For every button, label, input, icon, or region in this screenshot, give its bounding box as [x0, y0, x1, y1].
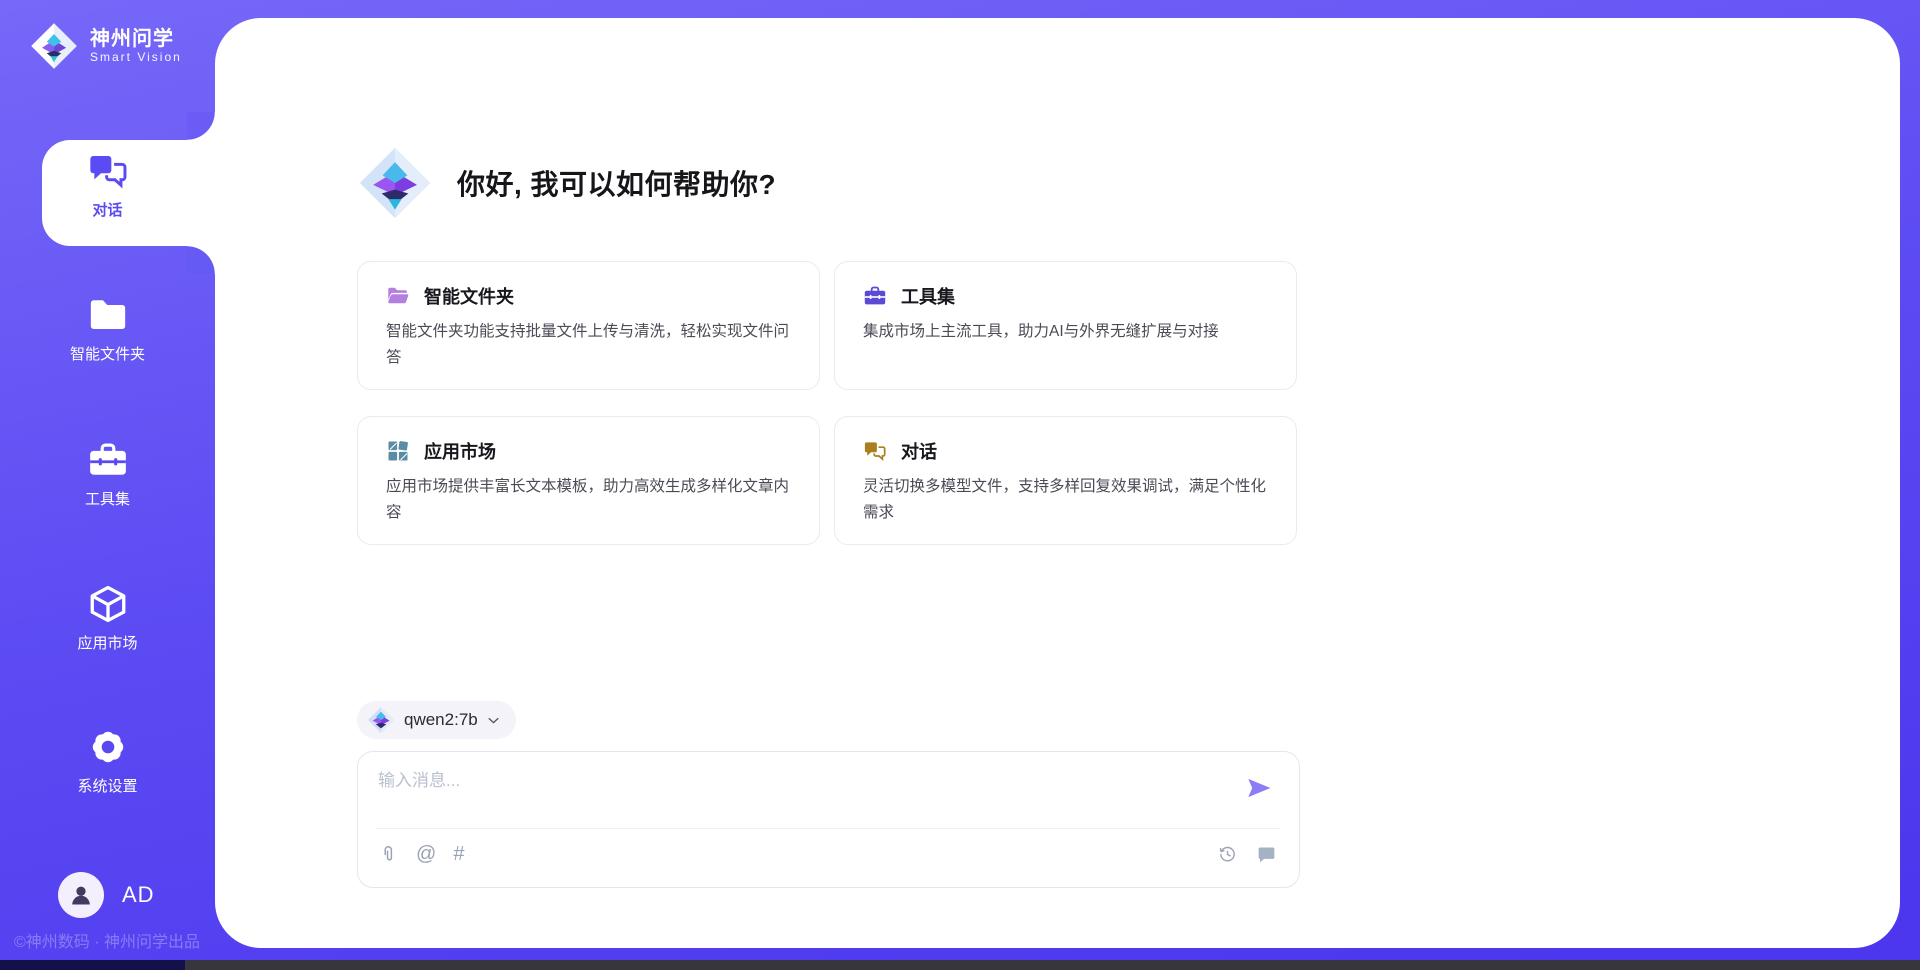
tab-fillet-bottom [187, 246, 215, 274]
card-title: 智能文件夹 [424, 283, 514, 309]
composer-divider [376, 828, 1281, 829]
greeting: 你好, 我可以如何帮助你? [357, 145, 776, 221]
gear-icon [87, 726, 129, 768]
send-icon[interactable] [1245, 774, 1273, 802]
brand-logo: 神州问学 Smart Vision [30, 22, 182, 70]
sidebar: 神州问学 Smart Vision 对话 智能文件夹 [0, 0, 215, 960]
hashtag-icon[interactable]: # [453, 844, 464, 865]
toolbox-icon [87, 439, 129, 481]
username: AD [122, 882, 155, 908]
card-toolset[interactable]: 工具集 集成市场上主流工具，助力AI与外界无缝扩展与对接 [834, 261, 1297, 390]
folder-open-icon [386, 284, 410, 308]
mention-icon[interactable]: @ [416, 844, 436, 865]
model-logo-icon [367, 706, 395, 734]
sidebar-item-smart-folder[interactable]: 智能文件夹 [0, 294, 215, 364]
chat-icon [863, 439, 887, 463]
bottom-bar-left [0, 960, 185, 970]
card-description: 集成市场上主流工具，助力AI与外界无缝扩展与对接 [863, 319, 1272, 345]
cube-icon [87, 583, 129, 625]
message-input[interactable] [376, 764, 1220, 824]
greeting-title: 你好, 我可以如何帮助你? [457, 163, 776, 203]
card-description: 智能文件夹功能支持批量文件上传与清洗，轻松实现文件问答 [386, 319, 795, 371]
message-composer: @ # [357, 751, 1300, 888]
sidebar-item-label: 应用市场 [77, 632, 137, 653]
sidebar-item-app-market[interactable]: 应用市场 [0, 583, 215, 653]
history-icon[interactable] [1217, 844, 1238, 865]
card-chat[interactable]: 对话 灵活切换多模型文件，支持多样回复效果调试，满足个性化需求 [834, 416, 1297, 545]
feature-cards: 智能文件夹 智能文件夹功能支持批量文件上传与清洗，轻松实现文件问答 工具集 集成… [357, 261, 1297, 545]
chevron-down-icon [487, 714, 500, 727]
folder-icon [87, 294, 129, 336]
sidebar-item-label: 系统设置 [77, 775, 137, 796]
attachment-icon[interactable] [378, 844, 399, 865]
sidebar-item-settings[interactable]: 系统设置 [0, 726, 215, 796]
bottom-bar [0, 960, 1920, 970]
brand-title: 神州问学 [90, 28, 182, 51]
greeting-logo-icon [357, 145, 433, 221]
card-title: 应用市场 [424, 438, 496, 464]
diamond-logo-icon [30, 22, 78, 70]
copyright-text: ©神州数码 · 神州问学出品 [14, 928, 200, 952]
sidebar-item-label: 对话 [92, 199, 122, 220]
tab-fillet-top [187, 112, 215, 140]
model-name: qwen2:7b [404, 710, 478, 730]
chat-bubble-icon[interactable] [1256, 844, 1277, 865]
sidebar-item-label: 智能文件夹 [70, 343, 145, 364]
sidebar-item-toolset[interactable]: 工具集 [0, 439, 215, 509]
app-window: 神州问学 Smart Vision 对话 智能文件夹 [0, 0, 1920, 970]
card-title: 对话 [901, 438, 937, 464]
model-selector[interactable]: qwen2:7b [357, 701, 516, 739]
card-title: 工具集 [901, 283, 955, 309]
card-smart-folder[interactable]: 智能文件夹 智能文件夹功能支持批量文件上传与清洗，轻松实现文件问答 [357, 261, 820, 390]
brand-subtitle: Smart Vision [90, 51, 182, 65]
card-description: 灵活切换多模型文件，支持多样回复效果调试，满足个性化需求 [863, 474, 1272, 526]
app-grid-icon [386, 439, 410, 463]
sidebar-item-chat[interactable]: 对话 [0, 150, 215, 220]
user-profile[interactable]: AD [58, 872, 155, 918]
avatar [58, 872, 104, 918]
card-description: 应用市场提供丰富长文本模板，助力高效生成多样化文章内容 [386, 474, 795, 526]
toolbox-icon [863, 284, 887, 308]
card-app-market[interactable]: 应用市场 应用市场提供丰富长文本模板，助力高效生成多样化文章内容 [357, 416, 820, 545]
sidebar-item-label: 工具集 [85, 488, 130, 509]
chat-icon [87, 150, 129, 192]
